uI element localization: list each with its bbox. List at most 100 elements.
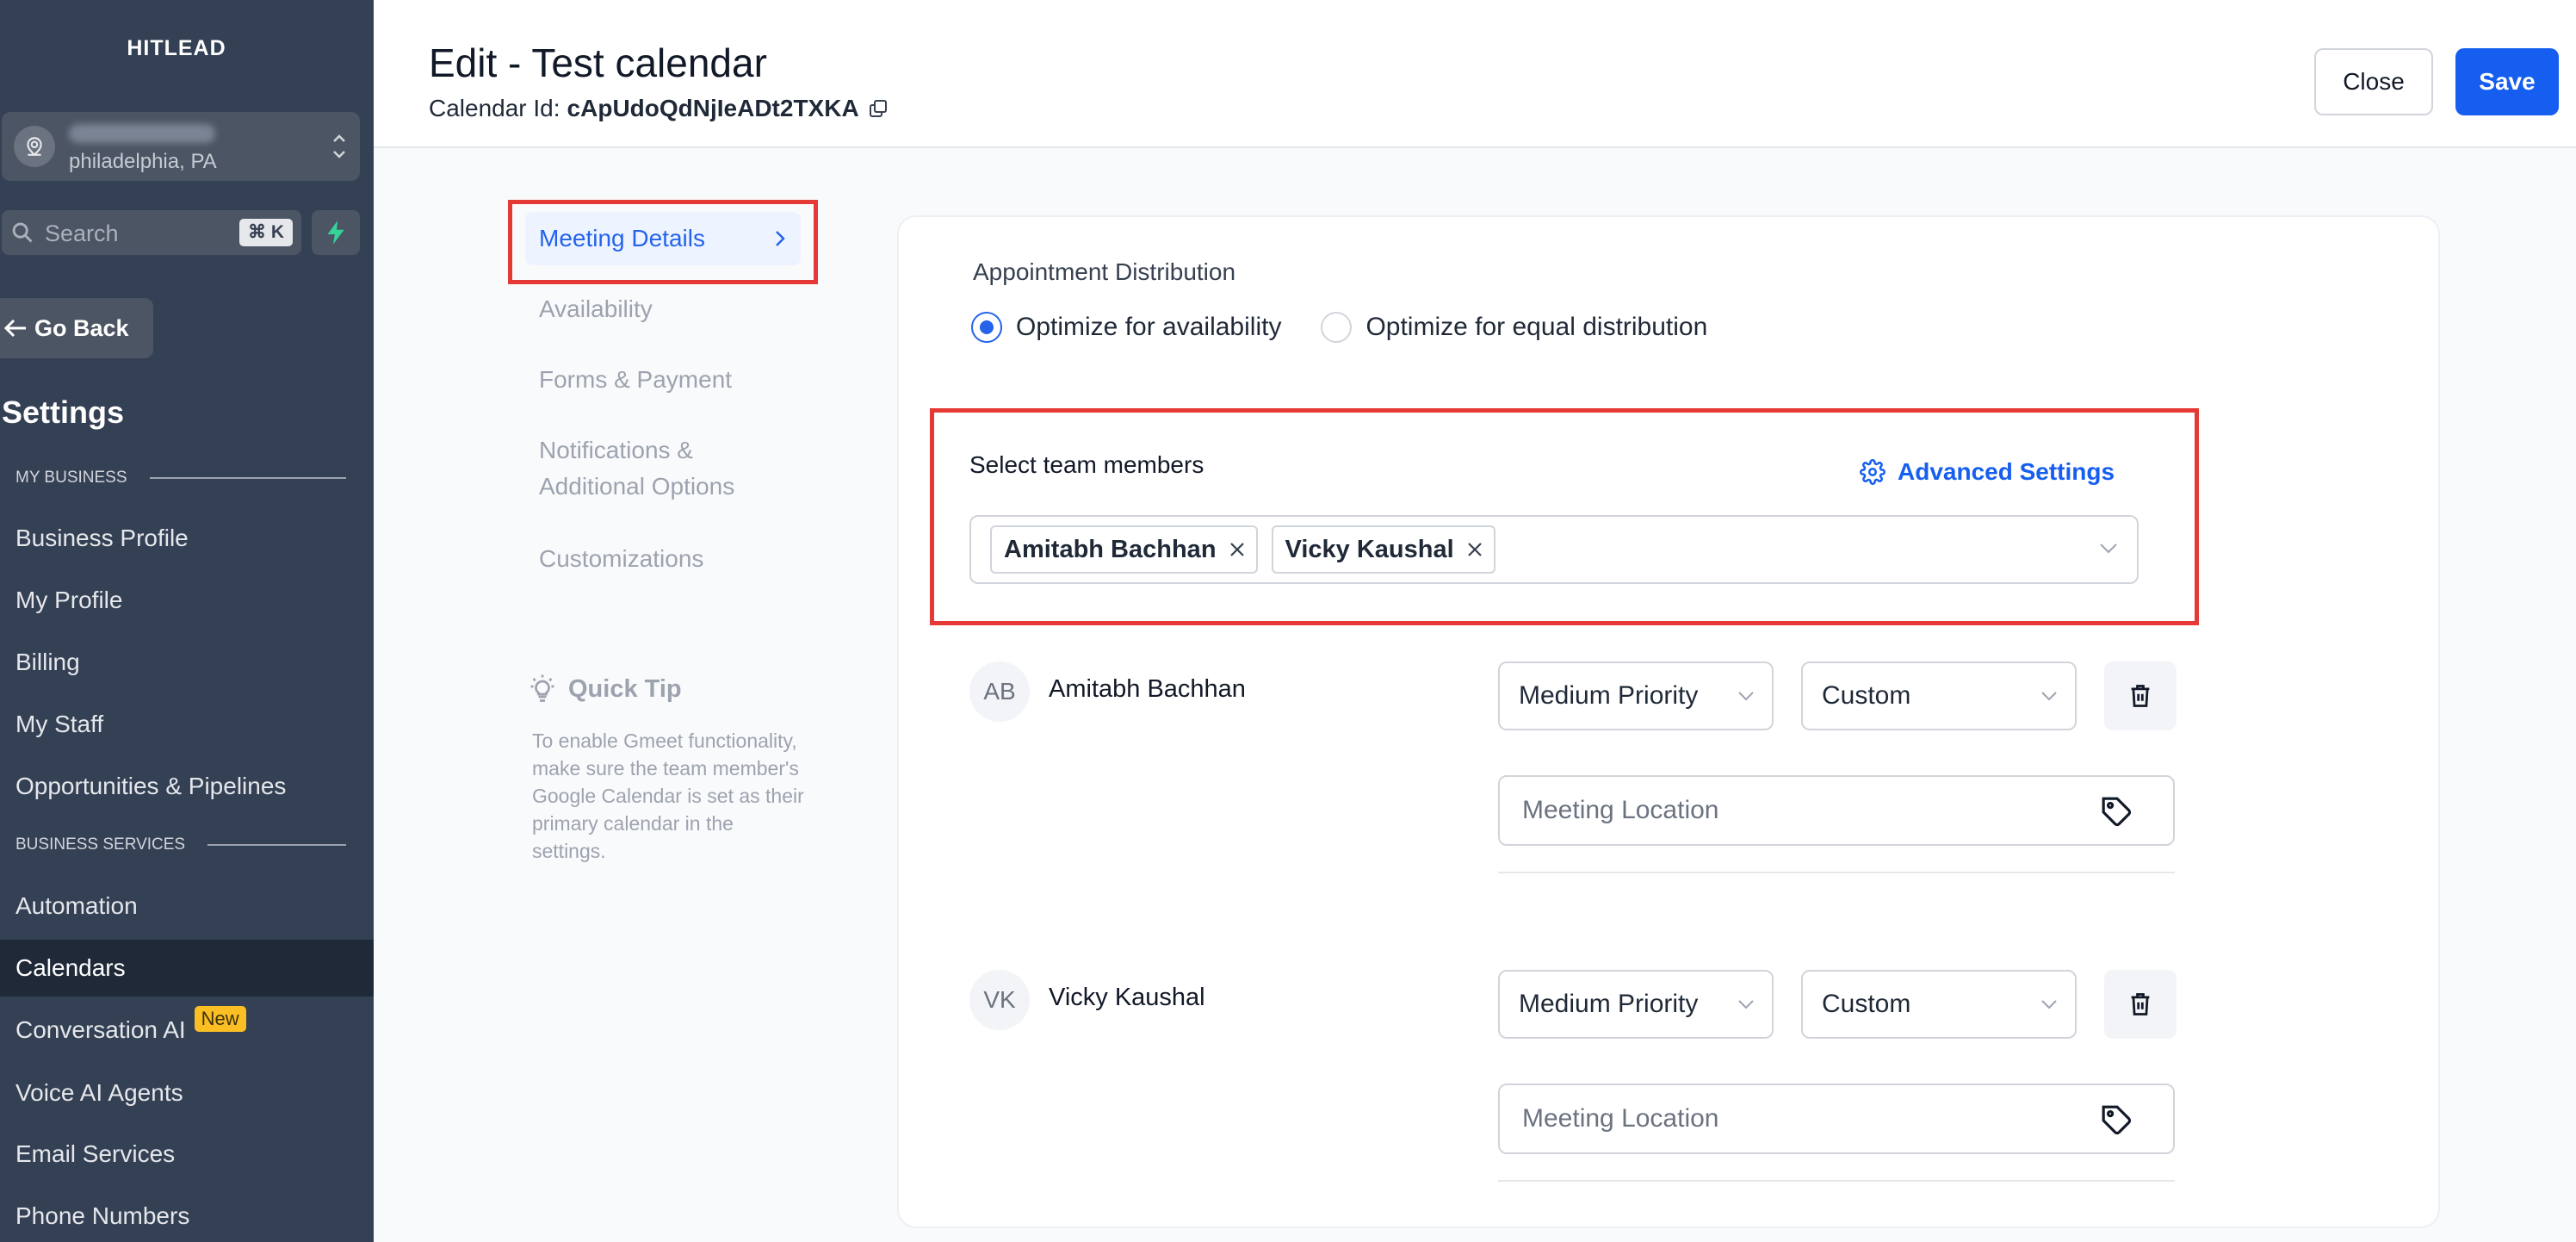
- mode-value: Custom: [1822, 990, 1911, 1018]
- page-title: Edit - Test calendar: [429, 40, 767, 85]
- radio-label: Optimize for equal distribution: [1365, 313, 1708, 341]
- sidebar-item-email-services[interactable]: Email Services: [0, 1126, 374, 1183]
- advanced-settings-link[interactable]: Advanced Settings: [1860, 458, 2115, 486]
- brand-logo: HITLEAD: [127, 36, 226, 60]
- new-badge: New: [194, 1006, 246, 1032]
- chevron-up-down-icon: [331, 129, 348, 168]
- sidebar-item-billing[interactable]: Billing: [0, 634, 374, 691]
- radio-optimize-availability[interactable]: Optimize for availability: [971, 312, 1281, 343]
- meeting-details-card: Appointment Distribution Optimize for av…: [897, 215, 2440, 1228]
- avatar: VK: [969, 970, 1030, 1030]
- location-city: philadelphia, PA: [69, 150, 217, 173]
- quick-tip-body: To enable Gmeet functionality, make sure…: [532, 730, 804, 862]
- chevron-down-icon: [2100, 543, 2117, 554]
- close-button[interactable]: Close: [2314, 48, 2433, 115]
- copy-icon[interactable]: [868, 98, 889, 119]
- go-back-button[interactable]: Go Back: [0, 298, 153, 358]
- sidebar-item-voice-ai-agents[interactable]: Voice AI Agents: [0, 1065, 374, 1121]
- tag-icon[interactable]: [2101, 1104, 2133, 1137]
- sidebar-item-my-profile[interactable]: My Profile: [0, 572, 374, 629]
- section-label-business-services: BUSINESS SERVICES: [15, 835, 346, 854]
- tab-forms-payment[interactable]: Forms & Payment: [525, 353, 801, 407]
- delete-member-button[interactable]: [2104, 970, 2177, 1039]
- radio-optimize-equal[interactable]: Optimize for equal distribution: [1321, 312, 1707, 343]
- arrow-left-icon: [3, 319, 26, 338]
- tab-meeting-details[interactable]: Meeting Details: [525, 212, 801, 265]
- meeting-location-placeholder: Meeting Location: [1522, 1104, 1719, 1133]
- go-back-label: Go Back: [34, 314, 129, 341]
- sidebar: HITLEAD philadelphia, PA Search ⌘ K Go B…: [0, 0, 374, 1242]
- tab-availability[interactable]: Availability: [525, 283, 801, 336]
- sidebar-item-my-staff[interactable]: My Staff: [0, 696, 374, 753]
- row-divider: [1498, 872, 2175, 873]
- trash-icon: [2131, 993, 2150, 1015]
- priority-value: Medium Priority: [1519, 990, 1699, 1018]
- meeting-location-input[interactable]: Meeting Location: [1498, 1084, 2175, 1154]
- chip-label: Vicky Kaushal: [1285, 535, 1454, 563]
- quick-actions-button[interactable]: [312, 210, 360, 255]
- sidebar-item-phone-numbers[interactable]: Phone Numbers: [0, 1188, 374, 1242]
- chevron-down-icon: [1738, 692, 1754, 701]
- calendar-id-value: cApUdoQdNjIeADt2TXKA: [567, 95, 859, 121]
- meeting-mode-dropdown[interactable]: Custom: [1801, 970, 2077, 1039]
- lightbulb-icon: [530, 674, 554, 702]
- team-members-label: Select team members: [969, 451, 1204, 478]
- radio-unselected-icon: [1321, 312, 1353, 343]
- radio-selected-icon: [971, 312, 1002, 343]
- calendar-id-label: Calendar Id:: [429, 95, 560, 121]
- sidebar-item-conversation-ai[interactable]: Conversation AI New: [0, 1002, 374, 1059]
- chevron-down-icon: [1738, 1000, 1754, 1009]
- quick-tip: Quick Tip To enable Gmeet functionality,…: [527, 674, 811, 865]
- sidebar-item-business-profile[interactable]: Business Profile: [0, 510, 374, 567]
- chip-label: Amitabh Bachhan: [1004, 535, 1217, 563]
- search-placeholder: Search: [45, 220, 119, 246]
- distribution-radio-group: Optimize for availability Optimize for e…: [971, 312, 1747, 343]
- advanced-settings-label: Advanced Settings: [1898, 458, 2115, 485]
- tab-notifications[interactable]: Notifications & Additional Options: [525, 424, 801, 513]
- save-button[interactable]: Save: [2455, 48, 2559, 115]
- chevron-down-icon: [2041, 1000, 2057, 1009]
- sidebar-item-opportunities[interactable]: Opportunities & Pipelines: [0, 758, 374, 815]
- member-chip: Amitabh Bachhan: [990, 525, 1258, 574]
- location-name-redacted: [69, 124, 215, 143]
- meeting-location-input[interactable]: Meeting Location: [1498, 775, 2175, 846]
- sidebar-search[interactable]: Search ⌘ K: [2, 210, 301, 255]
- gear-icon: [1860, 459, 1886, 485]
- chevron-down-icon: [2041, 692, 2057, 701]
- close-icon[interactable]: [1229, 541, 1246, 558]
- trash-icon: [2131, 685, 2150, 707]
- row-divider: [1498, 1180, 2175, 1182]
- section-label-my-business: MY BUSINESS: [15, 469, 346, 487]
- location-switcher[interactable]: philadelphia, PA: [2, 112, 360, 181]
- meeting-location-placeholder: Meeting Location: [1522, 796, 1719, 824]
- mode-value: Custom: [1822, 681, 1911, 710]
- calendar-id: Calendar Id: cApUdoQdNjIeADt2TXKA: [429, 95, 889, 122]
- sidebar-item-calendars[interactable]: Calendars: [0, 940, 374, 997]
- appointment-distribution-title: Appointment Distribution: [973, 258, 1236, 285]
- settings-title: Settings: [2, 394, 125, 430]
- tab-customizations[interactable]: Customizations: [525, 532, 801, 586]
- search-shortcut: ⌘ K: [239, 219, 293, 246]
- team-member-select[interactable]: Amitabh Bachhan Vicky Kaushal: [969, 515, 2139, 584]
- meeting-mode-dropdown[interactable]: Custom: [1801, 661, 2077, 730]
- member-row: AB Amitabh Bachhan Medium Priority Custo…: [969, 661, 2177, 873]
- page-header: Edit - Test calendar Calendar Id: cApUdo…: [374, 0, 2576, 148]
- sidebar-item-automation[interactable]: Automation: [0, 878, 374, 935]
- member-chip: Vicky Kaushal: [1271, 525, 1495, 574]
- location-pin-icon: [14, 126, 55, 167]
- tag-icon[interactable]: [2101, 796, 2133, 829]
- priority-dropdown[interactable]: Medium Priority: [1498, 970, 1774, 1039]
- member-name: Amitabh Bachhan: [1049, 675, 1246, 703]
- tab-label: Meeting Details: [539, 225, 705, 252]
- priority-dropdown[interactable]: Medium Priority: [1498, 661, 1774, 730]
- avatar: AB: [969, 661, 1030, 722]
- search-icon: [10, 220, 34, 249]
- close-icon[interactable]: [1466, 541, 1483, 558]
- member-row: VK Vicky Kaushal Medium Priority Custom …: [969, 970, 2177, 1182]
- lightning-icon: [327, 220, 344, 245]
- sidebar-item-label: Conversation AI: [15, 1016, 186, 1043]
- delete-member-button[interactable]: [2104, 661, 2177, 730]
- priority-value: Medium Priority: [1519, 681, 1699, 710]
- member-name: Vicky Kaushal: [1049, 984, 1205, 1011]
- quick-tip-title: Quick Tip: [568, 674, 682, 703]
